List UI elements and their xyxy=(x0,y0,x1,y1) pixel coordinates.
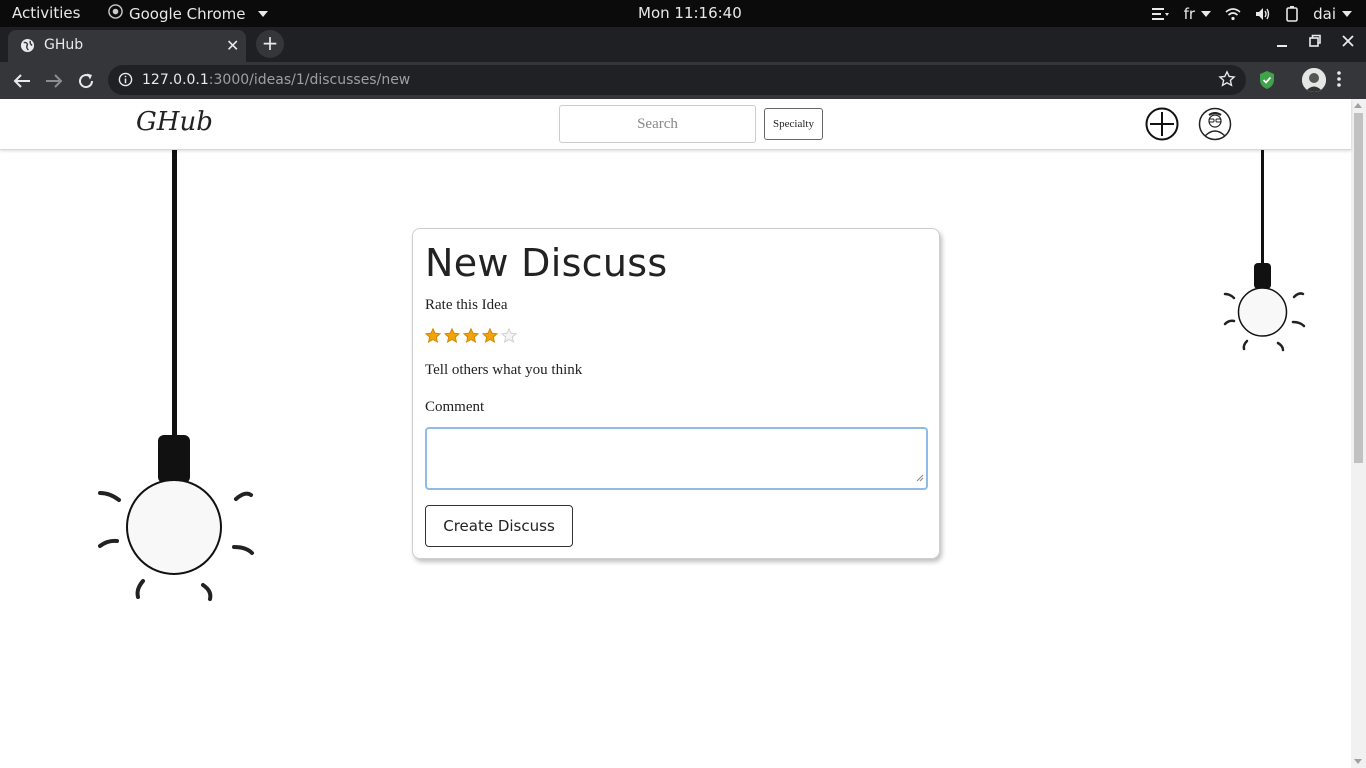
input-menu-icon[interactable] xyxy=(1151,7,1170,21)
create-discuss-button[interactable]: Create Discuss xyxy=(425,505,573,547)
chevron-down-icon xyxy=(257,10,268,17)
lightbulb-icon xyxy=(1220,149,1310,363)
site-navbar: GHub Search Specialty xyxy=(0,99,1351,150)
browser-tab[interactable]: GHub ✕ xyxy=(8,30,246,62)
user-label: dai xyxy=(1313,4,1336,23)
url-text: 127.0.0.1:3000/ideas/1/discusses/new xyxy=(142,72,410,88)
wifi-icon[interactable] xyxy=(1225,7,1241,21)
reload-icon[interactable] xyxy=(74,69,98,93)
address-bar[interactable]: 127.0.0.1:3000/ideas/1/discusses/new xyxy=(108,65,1246,95)
bookmark-star-icon[interactable] xyxy=(1218,70,1236,92)
brand-logo[interactable]: GHub xyxy=(136,107,213,137)
more-menu-icon[interactable] xyxy=(1336,70,1342,92)
star-empty-icon[interactable] xyxy=(500,327,518,348)
volume-icon[interactable] xyxy=(1255,7,1271,21)
app-menu[interactable]: Google Chrome xyxy=(108,4,268,23)
language-label: fr xyxy=(1183,4,1196,23)
star-filled-icon[interactable] xyxy=(462,327,480,348)
shield-extension-icon[interactable] xyxy=(1258,70,1276,94)
new-tab-button[interactable]: + xyxy=(256,30,284,58)
minimize-icon[interactable] xyxy=(1276,34,1288,52)
rate-label: Rate this Idea xyxy=(425,297,508,313)
star-filled-icon[interactable] xyxy=(443,327,461,348)
search-input[interactable]: Search xyxy=(559,105,756,143)
chrome-icon xyxy=(108,4,123,23)
forward-arrow-icon[interactable] xyxy=(42,69,66,93)
comment-label: Comment xyxy=(425,399,485,415)
page-title: New Discuss xyxy=(425,241,668,285)
close-window-icon[interactable] xyxy=(1342,34,1354,52)
scrollbar-thumb[interactable] xyxy=(1354,113,1363,463)
language-indicator[interactable]: fr xyxy=(1183,4,1212,23)
close-tab-icon[interactable]: ✕ xyxy=(226,36,239,55)
user-avatar-icon[interactable] xyxy=(1198,107,1232,145)
star-filled-icon[interactable] xyxy=(424,327,442,348)
star-filled-icon[interactable] xyxy=(481,327,499,348)
chevron-down-icon xyxy=(1342,10,1352,17)
page-viewport: GHub Search Specialty New Discuss Rate t… xyxy=(0,99,1366,768)
scroll-up-arrow-icon[interactable] xyxy=(1354,103,1362,108)
rating-stars xyxy=(424,327,518,348)
browser-tab-strip: GHub ✕ + xyxy=(0,27,1366,62)
new-discuss-card: New Discuss Rate this Idea Tell others w… xyxy=(412,228,940,559)
url-host: 127.0.0.1 xyxy=(142,72,209,88)
back-arrow-icon[interactable] xyxy=(10,69,34,93)
user-menu[interactable]: dai xyxy=(1313,5,1352,23)
globe-icon xyxy=(20,38,35,57)
profile-avatar-icon[interactable] xyxy=(1302,68,1326,92)
system-top-bar: Activities Google Chrome Mon 11:16:40 fr… xyxy=(0,0,1366,27)
battery-icon[interactable] xyxy=(1285,5,1299,22)
info-icon[interactable] xyxy=(118,72,133,91)
app-menu-label: Google Chrome xyxy=(129,4,246,23)
tab-title: GHub xyxy=(44,37,84,53)
resize-handle-icon[interactable] xyxy=(916,467,924,486)
page-scrollbar[interactable] xyxy=(1351,99,1366,768)
clock[interactable]: Mon 11:16:40 xyxy=(638,4,742,22)
activities-button[interactable]: Activities xyxy=(12,4,80,22)
scroll-down-arrow-icon[interactable] xyxy=(1354,759,1362,764)
browser-toolbar: 127.0.0.1:3000/ideas/1/discusses/new xyxy=(0,62,1366,99)
lightbulb-icon xyxy=(96,149,258,613)
url-path: :3000/ideas/1/discusses/new xyxy=(208,72,411,88)
specialty-button[interactable]: Specialty xyxy=(764,108,823,140)
chevron-down-icon xyxy=(1201,10,1212,17)
restore-icon[interactable] xyxy=(1309,34,1321,52)
prompt-text: Tell others what you think xyxy=(425,362,583,378)
comment-textarea[interactable] xyxy=(425,427,928,490)
add-idea-icon[interactable] xyxy=(1145,107,1179,145)
